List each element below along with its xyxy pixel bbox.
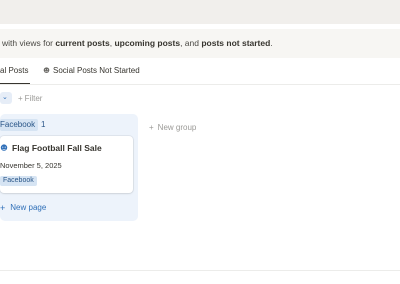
new-group-label: New group — [157, 123, 197, 132]
card-title[interactable]: Flag Football Fall Sale — [0, 143, 102, 153]
tab-divider — [0, 84, 400, 85]
plus-icon: + — [0, 203, 6, 213]
group-label[interactable]: Facebook — [0, 119, 39, 131]
card-date: November 5, 2025 — [0, 161, 62, 170]
chevron-down-icon: ⌄ — [2, 94, 8, 101]
callout-upcoming-posts: upcoming posts — [114, 38, 181, 48]
tab-not-started-label: Social Posts Not Started — [53, 66, 140, 75]
filter-button[interactable]: + Filter — [18, 94, 42, 103]
view-options-button[interactable]: ⌄ — [0, 92, 12, 104]
callout-lead: with views for — [2, 38, 56, 48]
tab-not-started[interactable]: Social Posts Not Started — [43, 66, 140, 75]
callout-current-posts: current posts — [55, 38, 110, 48]
top-strip — [0, 0, 400, 24]
card-platform-tag: Facebook — [0, 176, 37, 186]
callout-sep2: , and — [180, 38, 202, 48]
plus-icon: + — [149, 123, 154, 132]
callout-banner: with views for current posts, upcoming p… — [0, 29, 400, 58]
chat-bubble-icon — [43, 67, 50, 73]
new-page-label: New page — [10, 203, 47, 212]
callout-tail: . — [270, 38, 273, 48]
chat-bubble-icon — [0, 144, 8, 151]
plus-icon: + — [18, 94, 23, 103]
tab-all-posts[interactable]: al Posts — [0, 66, 28, 75]
new-page-button[interactable]: + New page — [0, 203, 46, 213]
filter-label: Filter — [24, 94, 43, 103]
group-count: 1 — [41, 120, 46, 129]
callout-text: with views for current posts, upcoming p… — [2, 38, 273, 48]
callout-not-started: posts not started — [201, 38, 271, 48]
bottom-divider — [0, 270, 400, 271]
card-title-text: Flag Football Fall Sale — [12, 143, 102, 153]
tab-all-posts-label: al Posts — [0, 66, 29, 75]
new-group-button[interactable]: + New group — [149, 123, 196, 132]
